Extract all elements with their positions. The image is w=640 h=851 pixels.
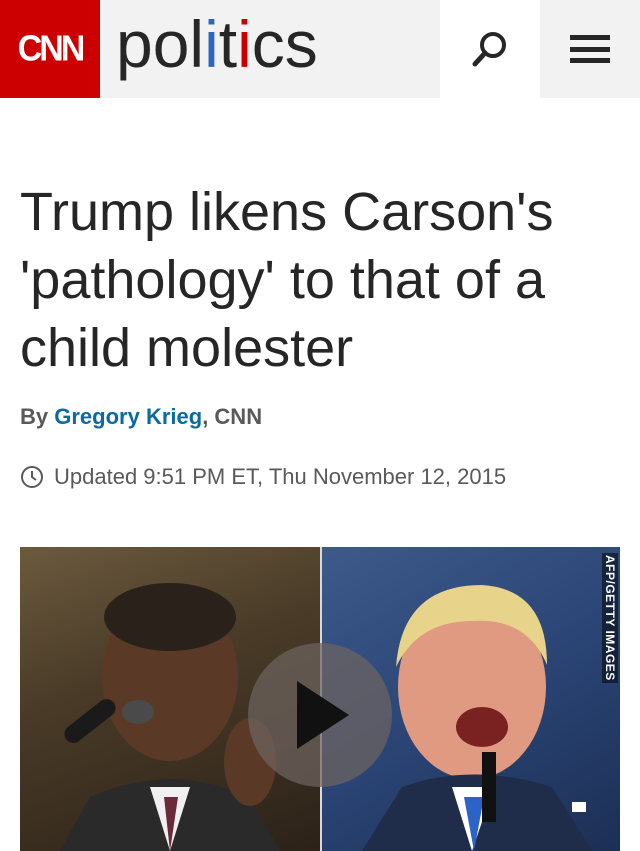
article-headline: Trump likens Carson's 'pathology' to tha… [20, 182, 554, 378]
photo-credit: AFP/GETTY IMAGES [602, 553, 618, 683]
hamburger-menu-icon [570, 35, 610, 63]
play-button[interactable] [248, 643, 392, 787]
section-part-5: cs [251, 7, 318, 81]
clock-icon [21, 466, 43, 488]
byline-prefix: By [20, 404, 55, 429]
menu-button[interactable] [540, 0, 640, 98]
update-timestamp: Updated 9:51 PM ET, Thu November 12, 201… [20, 464, 506, 490]
byline-source: , CNN [202, 404, 263, 429]
timestamp-text: Updated 9:51 PM ET, Thu November 12, 201… [54, 464, 507, 489]
byline: By Gregory Krieg, CNN [20, 404, 262, 430]
section-part-2: i [204, 7, 219, 81]
search-icon [472, 32, 506, 67]
section-part-1: pol [116, 7, 205, 81]
video-player[interactable]: AFP/GETTY IMAGES [20, 547, 620, 851]
site-header: CNN politics [0, 0, 640, 98]
cnn-logo[interactable]: CNN [0, 0, 100, 98]
section-title[interactable]: politics [116, 4, 318, 84]
author-link[interactable]: Gregory Krieg [54, 404, 202, 429]
search-button[interactable] [440, 0, 540, 98]
play-icon [297, 681, 349, 749]
logo-text: CNN [17, 28, 86, 69]
section-part-3: t [218, 7, 238, 81]
section-part-4: i [237, 7, 252, 81]
